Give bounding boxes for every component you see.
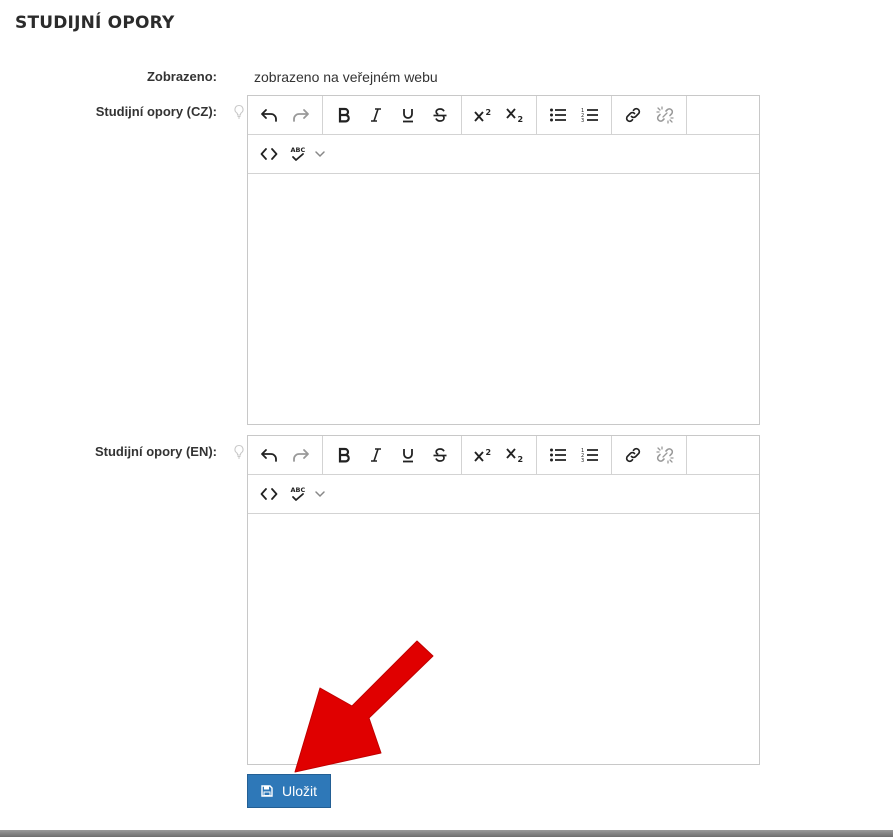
code-icon[interactable] <box>255 479 283 509</box>
svg-text:2: 2 <box>486 448 492 457</box>
editor-en-content-area[interactable] <box>248 514 759 764</box>
editor-en-toolbar-row1: 2 2 123 <box>248 436 759 475</box>
link-icon[interactable] <box>619 440 647 470</box>
spellcheck-icon[interactable]: ABC <box>287 139 309 169</box>
bold-icon[interactable] <box>330 440 358 470</box>
redo-icon[interactable] <box>287 100 315 130</box>
superscript-icon[interactable]: 2 <box>469 440 497 470</box>
visibility-value: zobrazeno na veřejném webu <box>254 69 438 85</box>
svg-text:3: 3 <box>581 458 584 463</box>
bullet-list-icon[interactable] <box>544 100 572 130</box>
svg-text:2: 2 <box>518 455 524 463</box>
italic-icon[interactable] <box>362 100 390 130</box>
svg-text:ABC: ABC <box>291 146 306 154</box>
editor-cz-content-area[interactable] <box>248 174 759 424</box>
lightbulb-icon[interactable] <box>233 104 245 120</box>
svg-text:3: 3 <box>581 118 584 123</box>
subscript-icon[interactable]: 2 <box>501 440 529 470</box>
save-button[interactable]: Uložit <box>247 774 331 808</box>
italic-icon[interactable] <box>362 440 390 470</box>
numbered-list-icon[interactable]: 123 <box>576 440 604 470</box>
bold-icon[interactable] <box>330 100 358 130</box>
subscript-icon[interactable]: 2 <box>501 100 529 130</box>
link-icon[interactable] <box>619 100 647 130</box>
redo-icon[interactable] <box>287 440 315 470</box>
chevron-down-icon[interactable] <box>313 479 327 509</box>
numbered-list-icon[interactable]: 123 <box>576 100 604 130</box>
editor-en: 2 2 123 ABC <box>247 435 760 765</box>
save-button-label: Uložit <box>281 783 317 799</box>
undo-icon[interactable] <box>255 440 283 470</box>
undo-icon[interactable] <box>255 100 283 130</box>
strikethrough-icon[interactable] <box>426 100 454 130</box>
bottom-bar <box>0 830 893 837</box>
spellcheck-icon[interactable]: ABC <box>287 479 309 509</box>
svg-text:ABC: ABC <box>291 486 306 494</box>
underline-icon[interactable] <box>394 100 422 130</box>
chevron-down-icon[interactable] <box>313 139 327 169</box>
editor-cz-toolbar-row2: ABC <box>248 135 759 174</box>
strikethrough-icon[interactable] <box>426 440 454 470</box>
editor-cz-toolbar-row1: 2 2 123 <box>248 96 759 135</box>
bullet-list-icon[interactable] <box>544 440 572 470</box>
svg-text:2: 2 <box>518 115 524 123</box>
lightbulb-icon[interactable] <box>233 444 245 460</box>
superscript-icon[interactable]: 2 <box>469 100 497 130</box>
page-title: STUDIJNÍ OPORY <box>15 13 175 33</box>
code-icon[interactable] <box>255 139 283 169</box>
underline-icon[interactable] <box>394 440 422 470</box>
floppy-disk-icon <box>261 785 273 797</box>
unlink-icon[interactable] <box>651 440 679 470</box>
editor-cz: 2 2 123 ABC <box>247 95 760 425</box>
svg-text:2: 2 <box>486 108 492 117</box>
editor-cz-label: Studijní opory (CZ): <box>95 104 217 119</box>
editor-en-label: Studijní opory (EN): <box>94 444 217 459</box>
unlink-icon[interactable] <box>651 100 679 130</box>
editor-en-toolbar-row2: ABC <box>248 475 759 514</box>
visibility-label: Zobrazeno: <box>146 69 217 84</box>
